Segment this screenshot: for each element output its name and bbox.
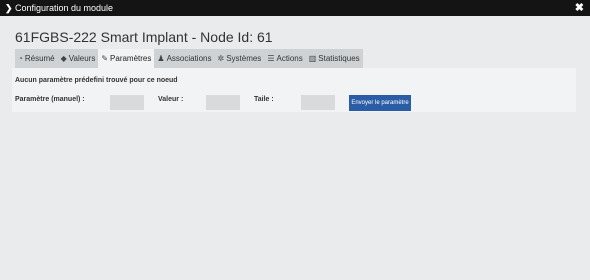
parameters-panel [12,68,576,112]
tab-label: Valeurs [68,54,96,63]
tab-valeurs[interactable]: ◆ Valeurs [57,49,99,68]
manual-parameter-label: Paramètre (manuel) : [15,96,85,103]
value-label: Valeur : [158,96,184,103]
size-label: Taile : [254,96,274,103]
modal-title-bar: ❯ Configuration du module ✖ [0,0,590,16]
tab-resume[interactable]: ◔ Résumé [15,49,58,68]
tab-label: Actions [276,54,303,63]
cogs-icon: ✲ [217,54,225,63]
page-title: 61FGBS-222 Smart Implant - Node Id: 61 [15,29,273,45]
value-input[interactable] [206,95,240,110]
tab-label: Résumé [24,54,55,63]
tab-label: Paramètres [110,54,152,63]
tab-label: Associations [166,54,212,63]
tab-statistiques[interactable]: ▥ Statistiques [305,49,363,68]
wrench-icon: ✎ [101,54,109,63]
users-icon: ♟ [157,54,165,63]
tag-icon: ◆ [60,54,67,63]
tab-parametres[interactable]: ✎ Paramètres [98,49,155,68]
tab-label: Statistiques [318,54,360,63]
close-icon[interactable]: ✖ [575,0,584,16]
tab-label: Systèmes [226,54,262,63]
tab-bar: ◔ Résumé ◆ Valeurs ✎ Paramètres ♟ Associ… [15,49,363,68]
list-icon: ☰ [267,54,275,63]
manual-parameter-input[interactable] [110,95,144,110]
tachometer-icon: ◔ [18,54,23,63]
tab-systemes[interactable]: ✲ Systèmes [214,49,265,68]
tab-actions[interactable]: ☰ Actions [264,49,306,68]
chart-icon: ▥ [308,54,317,63]
no-parameters-notice: Aucun paramètre prédefini trouvé pour ce… [15,77,178,84]
tab-associations[interactable]: ♟ Associations [154,49,215,68]
chevron-right-icon: ❯ [5,3,13,13]
size-input[interactable] [301,95,335,110]
modal-title: Configuration du module [15,3,114,13]
send-parameter-button[interactable]: Envoyer le paramètre [349,95,411,111]
